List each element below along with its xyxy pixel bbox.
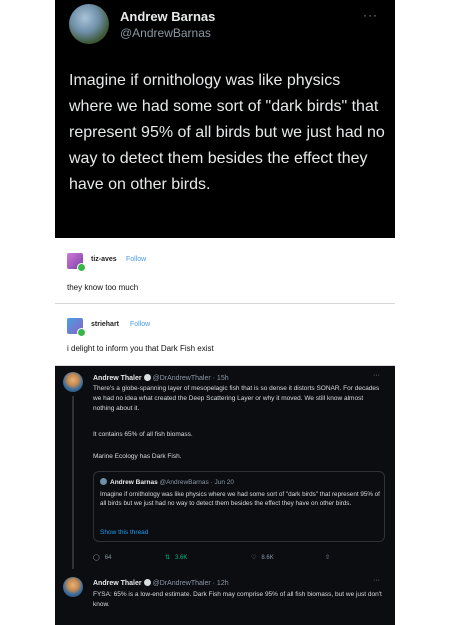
avatar[interactable] [69,4,109,44]
online-badge-icon [77,328,86,337]
reply-button[interactable]: ◯ 64 [93,554,111,561]
author-name[interactable]: Andrew Thaler [93,580,142,587]
post-text: i delight to inform you that Dark Fish e… [67,344,214,353]
tumblr-reply-1: tiz-aves Follow they know too much [55,239,395,304]
follow-button[interactable]: Follow [126,256,146,263]
reply-icon: ◯ [93,555,100,561]
post-text: they know too much [67,283,139,292]
tweet-text: Imagine if ornithology was like physics … [69,72,385,193]
avatar[interactable] [67,318,86,337]
tweet-text: FYSA: 65% is a low-end estimate. Dark Fi… [93,591,382,608]
tweet-header: Andrew Thaler @DrAndrewThaler · 12h [93,579,229,587]
retweet-icon: ⇅ [165,555,171,561]
author-handle[interactable]: @AndrewBarnas [120,26,211,40]
avatar[interactable] [67,253,86,272]
author-name[interactable]: Andrew Barnas [120,9,215,24]
more-options-icon[interactable]: ··· [373,372,380,379]
timestamp[interactable]: · 15h [213,375,229,382]
retweet-button[interactable]: ⇅ 3.6K [165,554,187,561]
like-button[interactable]: ♡ 8.6K [251,554,274,561]
tweet-text: It contains 65% of all fish biomass. [93,431,193,438]
retweet-count: 3.6K [175,555,188,561]
quoted-tweet[interactable]: Andrew Barnas @AndrewBarnas · Jun 20 Ima… [93,471,385,542]
like-count: 8.6K [261,555,274,561]
tweet-text: There's a globe-spanning layer of mesope… [93,385,380,412]
more-options-icon[interactable]: ··· [373,577,380,584]
verified-badge-icon [143,579,151,586]
avatar[interactable] [63,577,83,597]
original-tweet: Andrew Barnas @AndrewBarnas ··· Imagine … [55,0,395,238]
tweet-text: Marine Ecology has Dark Fish. [93,453,182,460]
verified-badge-icon [143,374,151,381]
online-badge-icon [77,263,86,272]
follow-button[interactable]: Follow [130,321,150,328]
timestamp[interactable]: · 12h [213,580,229,587]
tumblr-reply-2: striehart Follow i delight to inform you… [55,304,395,366]
quoted-author-handle: @AndrewBarnas · Jun 20 [159,479,235,486]
share-icon: ⇧ [325,555,331,561]
more-options-icon[interactable]: ··· [363,8,378,22]
heart-icon: ♡ [251,555,257,561]
avatar[interactable] [63,372,83,392]
quoted-author-name: Andrew Barnas [110,479,158,486]
show-thread-link[interactable]: Show this thread [100,529,148,536]
author-name[interactable]: Andrew Thaler [93,375,142,382]
quoted-tweet-header: Andrew Barnas @AndrewBarnas · Jun 20 [100,478,234,486]
author-handle[interactable]: @DrAndrewThaler [153,580,211,587]
quoted-tweet-text: Imagine if ornithology was like physics … [100,491,380,507]
tweet-header: Andrew Thaler @DrAndrewThaler · 15h [93,374,229,382]
author-handle[interactable]: @DrAndrewThaler [153,375,211,382]
quote-tweet-thread: Andrew Thaler @DrAndrewThaler · 15h ··· T… [55,366,395,625]
screenshot-collage: Andrew Barnas @AndrewBarnas ··· Imagine … [55,0,395,625]
username[interactable]: striehart [91,321,119,328]
username[interactable]: tiz-aves [91,256,117,263]
share-button[interactable]: ⇧ [325,554,335,561]
thread-connector [72,396,74,569]
avatar [100,478,107,485]
reply-count: 64 [104,555,112,561]
